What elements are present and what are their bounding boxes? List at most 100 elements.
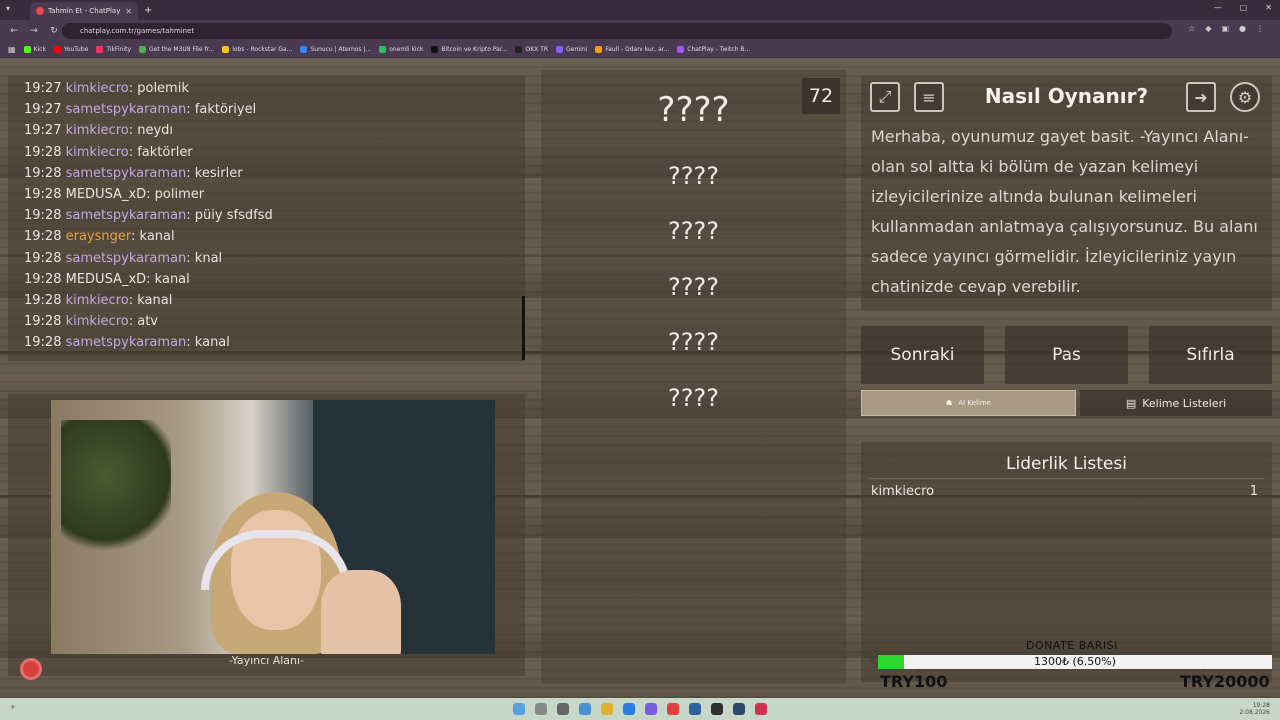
tab-close-icon[interactable]: ✕ <box>125 7 132 16</box>
bookmark-label: lobs - Rockstar Ga... <box>232 46 293 53</box>
system-clock[interactable]: 19:28 2.08.2026 <box>1239 702 1270 716</box>
chat-username[interactable]: sametspykaraman <box>66 208 187 223</box>
chat-message: 19:28 kimkiecro: kanal <box>24 293 173 309</box>
weather-icon[interactable]: ☀ <box>10 704 15 711</box>
bookmark-item[interactable]: OKX TR <box>515 46 548 53</box>
bookmark-item[interactable]: YouTube <box>53 46 88 53</box>
start-icon[interactable] <box>513 703 525 715</box>
profile-avatar-icon[interactable]: ● <box>1239 24 1246 33</box>
reload-icon[interactable]: ↻ <box>48 26 60 36</box>
bookmark-favicon-icon <box>595 46 603 53</box>
browser-menu-icon[interactable]: ⋮ <box>1256 24 1264 33</box>
chat-username[interactable]: kimkiecro <box>66 145 129 160</box>
tab-title: Tahmin Et - ChatPlay <box>48 7 121 15</box>
bookmark-item[interactable]: TikFinity <box>96 46 131 53</box>
chat-text: kanal <box>194 335 230 351</box>
chat-time: 19:28 <box>24 208 62 224</box>
chat-username[interactable]: kimkiecro <box>66 293 129 308</box>
chat-message: 19:28 sametspykaraman: püiy sfsdfsd <box>24 208 273 224</box>
folder-icon[interactable] <box>601 703 613 715</box>
search-icon[interactable] <box>535 703 547 715</box>
bookmark-item[interactable]: Sunucu | Aternos |... <box>300 46 371 53</box>
task-view-icon[interactable] <box>557 703 569 715</box>
url-input[interactable]: chatplay.com.tr/games/tahminet <box>62 23 1172 39</box>
donate-min: TRY100 <box>880 672 948 691</box>
edge-icon[interactable] <box>579 703 591 715</box>
url-text: chatplay.com.tr/games/tahminet <box>80 27 195 35</box>
bookmark-favicon-icon <box>379 46 387 53</box>
bookmark-label: ChatPlay - Twitch B... <box>687 46 751 53</box>
back-icon[interactable]: ← <box>8 26 20 36</box>
clock-time: 19:28 <box>1252 702 1270 709</box>
browser-tab-bar: ▾ Tahmin Et - ChatPlay ✕ + — ▢ ✕ <box>0 0 1280 20</box>
pass-button[interactable]: Pas <box>1005 326 1128 384</box>
bookmark-item[interactable]: onemli kick <box>379 46 423 53</box>
chat-username[interactable]: kimkiecro <box>66 81 129 96</box>
chat-time: 19:27 <box>24 123 62 139</box>
tiktok-icon[interactable] <box>755 703 767 715</box>
close-window-icon[interactable]: ✕ <box>1265 3 1272 12</box>
chat-username[interactable]: kimkiecro <box>66 123 129 138</box>
chat-text: neydı <box>137 123 174 139</box>
forward-icon[interactable]: → <box>28 26 40 36</box>
tab-menu-icon[interactable]: ▾ <box>6 4 10 13</box>
chat-username[interactable]: MEDUSA_xD <box>66 272 147 287</box>
new-tab-icon[interactable]: + <box>144 5 152 16</box>
forbidden-word: ???? <box>668 328 719 356</box>
bookmark-item[interactable]: lobs - Rockstar Ga... <box>222 46 292 53</box>
chat-message: 19:28 MEDUSA_xD: kanal <box>24 271 190 287</box>
chat-username[interactable]: sametspykaraman <box>66 251 187 266</box>
chat-panel: 19:27 kimkiecro: polemik 19:27 sametspyka… <box>8 76 525 361</box>
chat-time: 19:28 <box>24 314 62 330</box>
store-icon[interactable] <box>623 703 635 715</box>
chat-username[interactable]: kimkiecro <box>66 314 129 329</box>
chrome-icon[interactable] <box>667 703 679 715</box>
chat-scrollbar[interactable] <box>522 296 525 360</box>
bookmark-item[interactable]: Get the M3U8 File fr... <box>139 46 214 53</box>
next-button[interactable]: Sonraki <box>861 326 984 384</box>
bookmark-item[interactable]: Kick <box>23 46 46 53</box>
minimize-icon[interactable]: — <box>1214 3 1222 12</box>
chat-message: 19:27 kimkiecro: neydı <box>24 123 174 139</box>
maximize-icon[interactable]: ▢ <box>1240 3 1248 12</box>
bookmark-label: Get the M3U8 File fr... <box>149 46 215 53</box>
bookmark-label: Kick <box>33 46 46 53</box>
record-icon[interactable] <box>20 658 42 680</box>
ai-word-label: AI Kelime <box>958 399 991 407</box>
bookmark-star-icon[interactable]: ☆ <box>1188 24 1195 33</box>
bookmark-favicon-icon <box>431 46 439 53</box>
discord-icon[interactable] <box>645 703 657 715</box>
bookmark-item[interactable]: Gemini <box>556 46 587 53</box>
extension-icons: ☆ ◆ ▣ ● ⋮ <box>1188 24 1264 33</box>
bookmark-item[interactable]: Faull - Odanı kur, ar... <box>595 46 669 53</box>
main-word: ???? <box>657 90 730 130</box>
chat-username[interactable]: sametspykaraman <box>66 102 187 117</box>
donate-progress-bar: 1300₺ (6.50%) <box>878 655 1272 669</box>
bookmark-item[interactable]: ChatPlay - Twitch B... <box>677 46 750 53</box>
chat-time: 19:28 <box>24 187 62 203</box>
extension-icon[interactable]: ◆ <box>1205 24 1211 33</box>
plant-shape <box>61 420 171 560</box>
bookmark-favicon-icon <box>677 46 685 53</box>
chat-time: 19:28 <box>24 293 62 309</box>
steam-icon[interactable] <box>733 703 745 715</box>
chat-username[interactable]: MEDUSA_xD <box>66 187 147 202</box>
ai-word-button[interactable]: ☗ AI Kelime <box>861 390 1076 416</box>
reset-button[interactable]: Sıfırla <box>1149 326 1272 384</box>
bookmark-label: Sunucu | Aternos |... <box>310 46 372 53</box>
chat-username[interactable]: sametspykaraman <box>66 166 187 181</box>
app-icon[interactable] <box>689 703 701 715</box>
word-lists-button[interactable]: ▤ Kelime Listeleri <box>1080 390 1272 416</box>
chat-time: 19:28 <box>24 165 62 181</box>
apps-grid-icon[interactable]: ▦ <box>8 45 16 54</box>
webcam-feed <box>51 400 495 654</box>
chat-username[interactable]: sametspykaraman <box>66 335 187 350</box>
chat-message: 19:28 eraysnger: kanal <box>24 229 175 245</box>
browser-tab[interactable]: Tahmin Et - ChatPlay ✕ <box>30 2 138 20</box>
extension-puzzle-icon[interactable]: ▣ <box>1221 24 1229 33</box>
bookmark-item[interactable]: Bitcoin ve Kripto Par... <box>431 46 507 53</box>
bookmark-label: Bitcoin ve Kripto Par... <box>441 46 508 53</box>
chat-username[interactable]: eraysnger <box>66 229 131 244</box>
donate-bar-label: DONATE BARISI <box>1026 639 1118 652</box>
obs-icon[interactable] <box>711 703 723 715</box>
